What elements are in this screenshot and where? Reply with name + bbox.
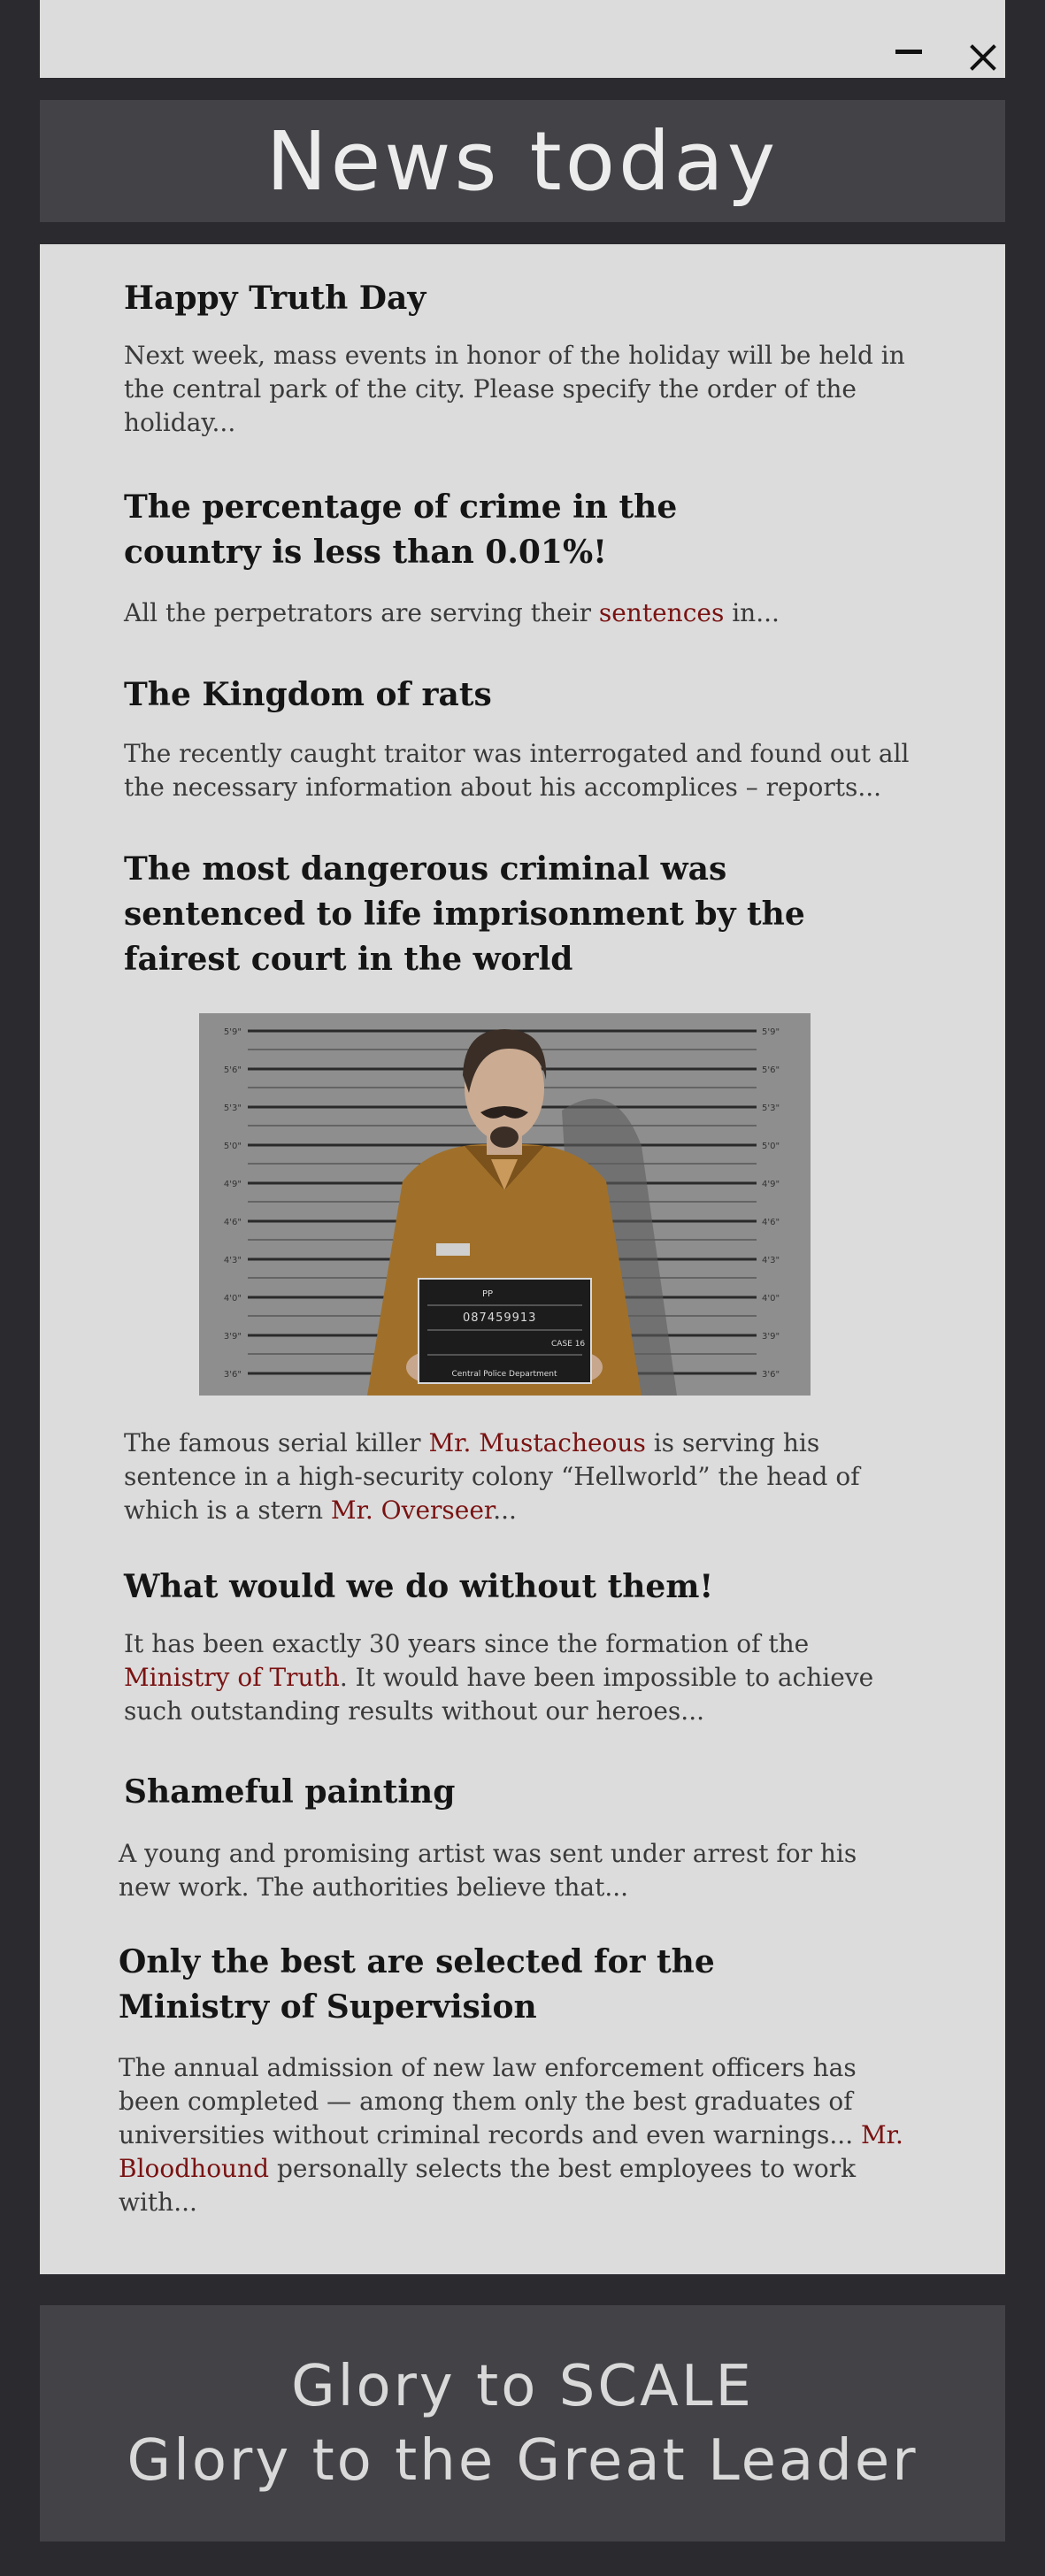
- height-mark: 5'6": [224, 1065, 242, 1075]
- article-body: The recently caught traitor was interrog…: [124, 739, 910, 802]
- minimize-icon[interactable]: [895, 50, 922, 54]
- article-supervision-body: The annual admission of new law enforcem…: [119, 2051, 915, 2219]
- header-banner: News today: [40, 100, 1005, 222]
- article-headline: Shameful painting: [124, 1773, 456, 1811]
- height-mark: 5'3": [762, 1103, 780, 1113]
- close-icon[interactable]: [970, 44, 996, 71]
- article-headline: The Kingdom of rats: [124, 676, 492, 713]
- article-text: All the perpetrators are serving their: [124, 598, 599, 627]
- article-criminal-body: The famous serial killer Mr. Mustacheous…: [124, 1426, 894, 1527]
- height-mark: 4'9": [762, 1180, 780, 1189]
- article-painting-body: A young and promising artist was sent un…: [119, 1837, 888, 1904]
- article-headline: Only the best are selected for the Minis…: [119, 1943, 715, 2026]
- article-body: A young and promising artist was sent un…: [119, 1839, 857, 1902]
- board-case: CASE 16: [551, 1340, 585, 1349]
- height-mark: 5'9": [224, 1027, 242, 1037]
- news-feed: Happy Truth Day Next week, mass events i…: [40, 244, 1005, 2274]
- height-mark: 5'6": [762, 1065, 780, 1075]
- height-mark: 4'9": [224, 1180, 242, 1189]
- height-mark: 3'6": [762, 1370, 780, 1380]
- board-top-text: PP: [482, 1289, 493, 1299]
- article-headline: The most dangerous criminal was sentence…: [124, 850, 805, 978]
- article-kingdom-of-rats: The Kingdom of rats The recently caught …: [124, 673, 920, 804]
- height-mark: 4'0": [762, 1294, 780, 1303]
- article-body: Next week, mass events in honor of the h…: [124, 341, 905, 437]
- article-text: The annual admission of new law enforcem…: [119, 2053, 862, 2149]
- article-text: in...: [724, 598, 780, 627]
- article-text: ...: [493, 1496, 517, 1525]
- sentences-link[interactable]: sentences: [599, 598, 724, 627]
- article-what-would-we-do: What would we do without them! It has be…: [124, 1565, 920, 1728]
- ministry-of-truth-link[interactable]: Ministry of Truth: [124, 1663, 340, 1692]
- height-mark: 4'0": [224, 1294, 242, 1303]
- height-mark: 3'6": [224, 1370, 242, 1380]
- article-headline: The percentage of crime in the country i…: [124, 488, 678, 571]
- article-body: The annual admission of new law enforcem…: [119, 2051, 915, 2219]
- mr-overseer-link[interactable]: Mr. Overseer: [331, 1496, 493, 1525]
- article-dangerous-criminal: The most dangerous criminal was sentence…: [124, 847, 849, 982]
- article-body: It has been exactly 30 years since the f…: [124, 1627, 894, 1728]
- height-mark: 5'9": [762, 1027, 780, 1037]
- footer-slogan-2: Glory to the Great Leader: [127, 2427, 918, 2494]
- height-mark: 3'9": [224, 1332, 242, 1342]
- article-headline: Happy Truth Day: [124, 280, 426, 317]
- board-footer: Central Police Department: [451, 1370, 557, 1379]
- article-headline: What would we do without them!: [124, 1568, 714, 1605]
- height-mark: 5'0": [762, 1142, 780, 1151]
- height-mark: 4'3": [224, 1256, 242, 1265]
- page-title: News today: [265, 113, 780, 209]
- article-ministry-of-supervision: Only the best are selected for the Minis…: [119, 1940, 720, 2030]
- window-titlebar: [40, 0, 1005, 78]
- footer-slogan-1: Glory to SCALE: [291, 2353, 754, 2419]
- mugshot-image: 5'9" 5'6" 5'3" 5'0" 4'9" 4'6" 4'3" 4'0" …: [199, 1013, 811, 1396]
- article-text: The famous serial killer: [124, 1428, 429, 1457]
- article-crime-percentage: The percentage of crime in the country i…: [124, 485, 726, 575]
- height-mark: 3'9": [762, 1332, 780, 1342]
- article-shameful-painting: Shameful painting: [124, 1770, 920, 1815]
- mr-mustacheous-link[interactable]: Mr. Mustacheous: [428, 1428, 645, 1457]
- height-mark: 4'3": [762, 1256, 780, 1265]
- article-happy-truth-day: Happy Truth Day Next week, mass events i…: [124, 276, 920, 440]
- article-crime-body: All the perpetrators are serving their s…: [124, 596, 920, 630]
- footer-banner: Glory to SCALE Glory to the Great Leader: [40, 2305, 1005, 2541]
- article-text: It has been exactly 30 years since the f…: [124, 1629, 810, 1658]
- height-mark: 4'6": [224, 1218, 242, 1227]
- height-mark: 5'3": [224, 1103, 242, 1113]
- height-mark: 4'6": [762, 1218, 780, 1227]
- article-body: The famous serial killer Mr. Mustacheous…: [124, 1426, 894, 1527]
- article-body: All the perpetrators are serving their s…: [124, 596, 920, 630]
- height-mark: 5'0": [224, 1142, 242, 1151]
- board-number: 087459913: [463, 1311, 536, 1325]
